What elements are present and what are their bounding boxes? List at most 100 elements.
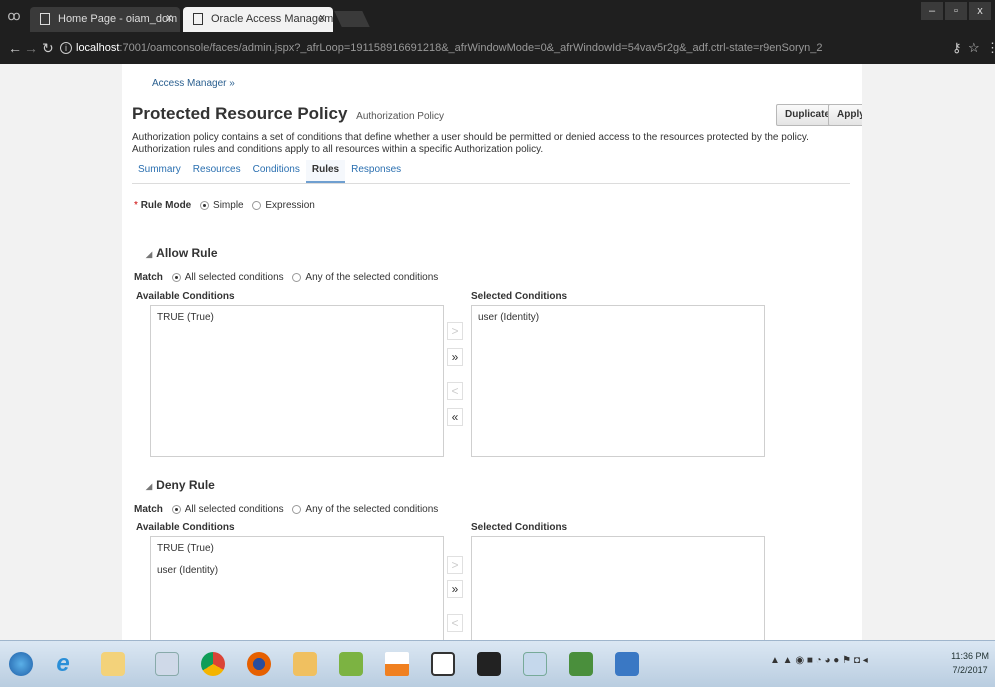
info-icon[interactable]: i	[60, 42, 72, 55]
remove-button[interactable]: <	[447, 382, 463, 400]
move-button[interactable]: >	[447, 556, 463, 574]
minimize-button[interactable]: –	[921, 2, 943, 20]
apply-button[interactable]: Apply	[828, 104, 862, 126]
any-conditions-label: Any of the selected conditions	[305, 504, 439, 515]
url-field[interactable]: i localhost:7001/oamconsole/faces/admin.j…	[60, 37, 948, 59]
back-arrow-icon[interactable]: ←	[8, 40, 22, 56]
system-tray-icons[interactable]: ▲ ▲ ◉ ■ ◔ ◕ ● ⚑ ◘ ◂	[770, 655, 868, 666]
menu-icon[interactable]: ⋮	[986, 40, 995, 56]
project-icon[interactable]	[332, 647, 370, 681]
remove-button[interactable]: <	[447, 614, 463, 632]
deny-all-conditions-radio[interactable]	[171, 504, 181, 514]
page-title-text: Protected Resource Policy	[132, 104, 348, 123]
collapse-triangle-icon[interactable]: ◢	[146, 250, 152, 259]
deny-selected-label: Selected Conditions	[471, 522, 568, 533]
rule-mode-label: Rule Mode	[140, 200, 192, 211]
deny-match-row: Match All selected conditions Any of the…	[134, 504, 438, 515]
collapse-triangle-icon[interactable]: ◢	[146, 482, 152, 491]
match-label: Match	[134, 504, 163, 515]
page-icon	[40, 13, 50, 25]
remove-all-button[interactable]: «	[447, 408, 463, 426]
tab-summary[interactable]: Summary	[132, 160, 187, 183]
document-icon[interactable]	[424, 647, 462, 681]
window-controls: – ▫ x	[921, 2, 991, 20]
tab-resources[interactable]: Resources	[187, 160, 247, 183]
browser-tab-home[interactable]: Home Page - oiam_dom x	[30, 7, 180, 32]
all-conditions-label: All selected conditions	[184, 504, 284, 515]
tab-label: Oracle Access Managem	[211, 13, 333, 25]
move-all-button[interactable]: »	[447, 348, 463, 366]
deny-rule-header[interactable]: ◢ Deny Rule	[146, 478, 215, 492]
breadcrumb[interactable]: Access Manager »	[152, 78, 235, 89]
key-icon[interactable]: ⚷	[952, 40, 962, 56]
browser-titlebar: ꝏ Home Page - oiam_dom x Oracle Access M…	[0, 0, 995, 32]
page-subtitle: Authorization Policy	[356, 111, 444, 122]
list-item[interactable]: user (Identity)	[157, 565, 437, 576]
deny-available-list[interactable]: TRUE (True) user (Identity)	[150, 536, 444, 640]
close-window-button[interactable]: x	[969, 2, 991, 20]
allow-selected-label: Selected Conditions	[471, 291, 568, 302]
file-explorer-icon[interactable]	[94, 647, 132, 681]
tab-label: Home Page - oiam_dom	[58, 13, 178, 25]
allow-available-label: Available Conditions	[136, 291, 235, 302]
close-tab-icon[interactable]: x	[320, 12, 326, 24]
list-item[interactable]: TRUE (True)	[157, 543, 437, 554]
allow-all-conditions-radio[interactable]	[171, 272, 181, 282]
page-icon	[193, 13, 203, 25]
incognito-icon: ꝏ	[7, 8, 21, 23]
allow-selected-list[interactable]: user (Identity)	[471, 305, 765, 457]
paint-icon[interactable]	[148, 647, 186, 681]
move-button[interactable]: >	[447, 322, 463, 340]
tab-rules[interactable]: Rules	[305, 160, 346, 183]
required-mark: *	[134, 200, 138, 211]
match-label: Match	[134, 272, 163, 283]
rule-mode-expression-radio[interactable]	[252, 200, 262, 210]
allow-any-conditions-radio[interactable]	[292, 272, 302, 282]
deny-rule-title: Deny Rule	[156, 478, 215, 492]
tab-conditions[interactable]: Conditions	[247, 160, 306, 183]
start-orb-icon[interactable]	[2, 647, 40, 681]
close-tab-icon[interactable]: x	[167, 12, 173, 24]
bookmark-star-icon[interactable]: ☆	[968, 40, 980, 56]
deny-selected-list[interactable]	[471, 536, 765, 640]
allow-available-list[interactable]: TRUE (True)	[150, 305, 444, 457]
vlc-icon[interactable]	[378, 647, 416, 681]
main-content: Access Manager » Protected Resource Poli…	[122, 64, 862, 640]
deny-any-conditions-radio[interactable]	[292, 504, 302, 514]
rule-mode-expression-label: Expression	[265, 200, 315, 211]
forward-arrow-icon[interactable]: →	[24, 40, 38, 56]
terminal-icon[interactable]	[470, 647, 508, 681]
new-tab-button[interactable]	[334, 11, 370, 27]
internet-explorer-icon[interactable]: e	[44, 647, 82, 681]
outlook-icon[interactable]	[286, 647, 324, 681]
move-all-button[interactable]: »	[447, 580, 463, 598]
rule-mode-simple-radio[interactable]	[200, 200, 210, 210]
any-conditions-label: Any of the selected conditions	[305, 272, 439, 283]
windows-taskbar: e ▲ ▲ ◉ ■ ◔ ◕ ● ⚑ ◘ ◂ 11:36 PM 7/2/2017	[0, 640, 995, 687]
allow-rule-title: Allow Rule	[156, 246, 218, 260]
maximize-button[interactable]: ▫	[945, 2, 967, 20]
deny-available-label: Available Conditions	[136, 522, 235, 533]
address-bar-row: ← → ↻ i localhost:7001/oamconsole/faces/a…	[0, 32, 995, 64]
allow-rule-header[interactable]: ◢ Allow Rule	[146, 246, 218, 260]
chrome-icon[interactable]	[194, 647, 232, 681]
all-conditions-label: All selected conditions	[184, 272, 284, 283]
url-host: localhost	[76, 42, 120, 54]
firefox-icon[interactable]	[240, 647, 278, 681]
clock-time: 11:36 PM	[951, 651, 989, 661]
clock-date: 7/2/2017	[952, 665, 988, 675]
policy-tabs: Summary Resources Conditions Rules Respo…	[132, 160, 407, 183]
browser-tab-oracle[interactable]: Oracle Access Managem x	[183, 7, 333, 32]
snipping-tool-icon[interactable]	[516, 647, 554, 681]
rule-mode-row: * Rule Mode Simple Expression	[134, 200, 315, 211]
policy-description: Authorization policy contains a set of c…	[132, 132, 809, 155]
app-icon[interactable]	[608, 647, 646, 681]
system-clock[interactable]: 11:36 PM 7/2/2017	[951, 649, 989, 677]
list-item[interactable]: TRUE (True)	[157, 312, 437, 323]
tab-responses[interactable]: Responses	[345, 160, 407, 183]
reload-icon[interactable]: ↻	[42, 40, 54, 57]
network-monitor-icon[interactable]	[562, 647, 600, 681]
rule-mode-simple-label: Simple	[213, 200, 244, 211]
page-title: Protected Resource Policy Authorization …	[132, 104, 444, 124]
list-item[interactable]: user (Identity)	[478, 312, 758, 323]
